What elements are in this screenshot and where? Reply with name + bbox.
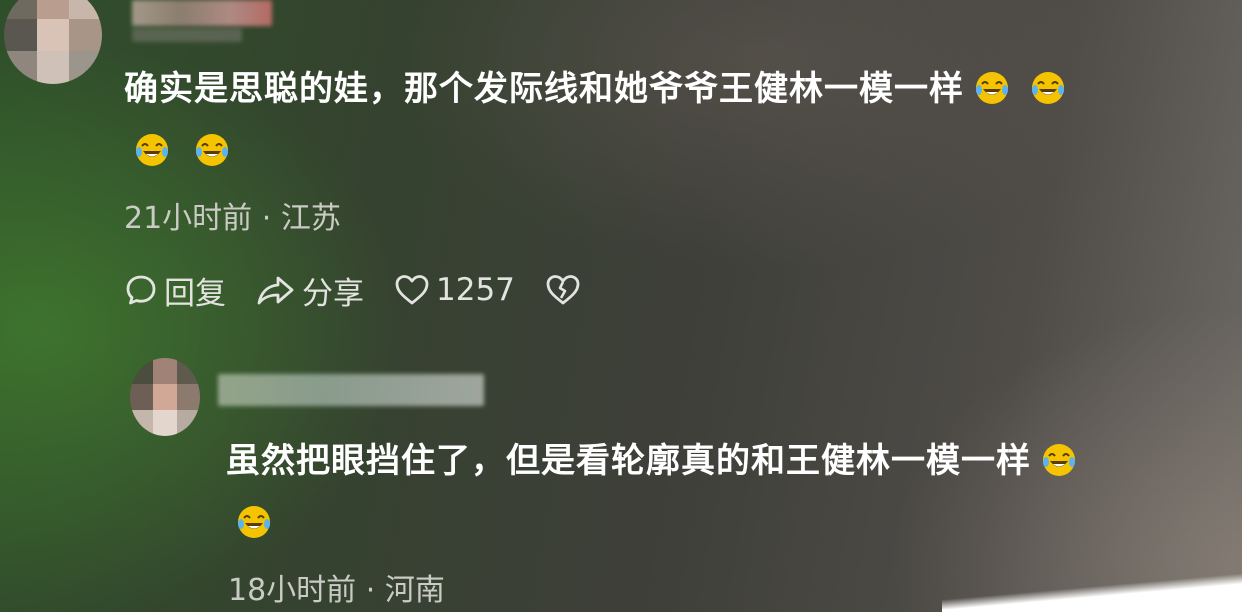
laugh-cry-emoji-icon (134, 132, 170, 168)
comment-meta: 21小时前 · 江苏 (124, 193, 341, 237)
comment-location: 江苏 (280, 201, 341, 236)
username-blurred[interactable] (132, 0, 272, 26)
comment-time: 18小时前 (228, 573, 357, 608)
comment-actions: 回复 分享 1257 (124, 268, 611, 312)
heart-icon (394, 273, 430, 307)
reply-comment-text: 虽然把眼挡住了，但是看轮廓真的和王健林一模一样 (226, 430, 1087, 492)
share-label: 分享 (302, 275, 364, 312)
like-count: 1257 (436, 272, 515, 308)
laugh-cry-emoji-icon (236, 504, 272, 540)
comment-body: 虽然把眼挡住了，但是看轮廓真的和王健林一模一样 (226, 441, 1031, 481)
meta-separator: · (261, 201, 272, 236)
dislike-button[interactable] (545, 273, 581, 307)
reply-button[interactable]: 回复 (124, 268, 226, 313)
broken-heart-icon (545, 273, 581, 307)
like-button[interactable]: 1257 (394, 272, 515, 308)
username-blurred[interactable] (218, 374, 484, 406)
comment-text-emoji-line (134, 120, 240, 182)
chat-bubble-icon (124, 273, 158, 307)
meta-separator: · (365, 573, 376, 608)
avatar[interactable] (130, 358, 200, 436)
laugh-cry-emoji-icon (1041, 442, 1077, 478)
avatar[interactable] (4, 0, 102, 84)
laugh-cry-emoji-icon (974, 70, 1010, 106)
username-blurred-extra (132, 28, 242, 42)
reply-comment-meta: 18小时前 · 河南 (228, 565, 445, 609)
comment-location: 河南 (384, 573, 445, 608)
laugh-cry-emoji-icon (194, 132, 230, 168)
watermark-smear (942, 568, 1242, 612)
share-button[interactable]: 分享 (256, 268, 364, 313)
share-arrow-icon (256, 273, 296, 307)
comment-body: 确实是思聪的娃，那个发际线和她爷爷王健林一模一样 (124, 69, 964, 109)
reply-comment-emoji-line (236, 492, 282, 554)
laugh-cry-emoji-icon (1030, 70, 1066, 106)
reply-label: 回复 (164, 275, 226, 312)
comment-text: 确实是思聪的娃，那个发际线和她爷爷王健林一模一样 (124, 58, 1076, 120)
comment-time: 21小时前 (124, 201, 253, 236)
